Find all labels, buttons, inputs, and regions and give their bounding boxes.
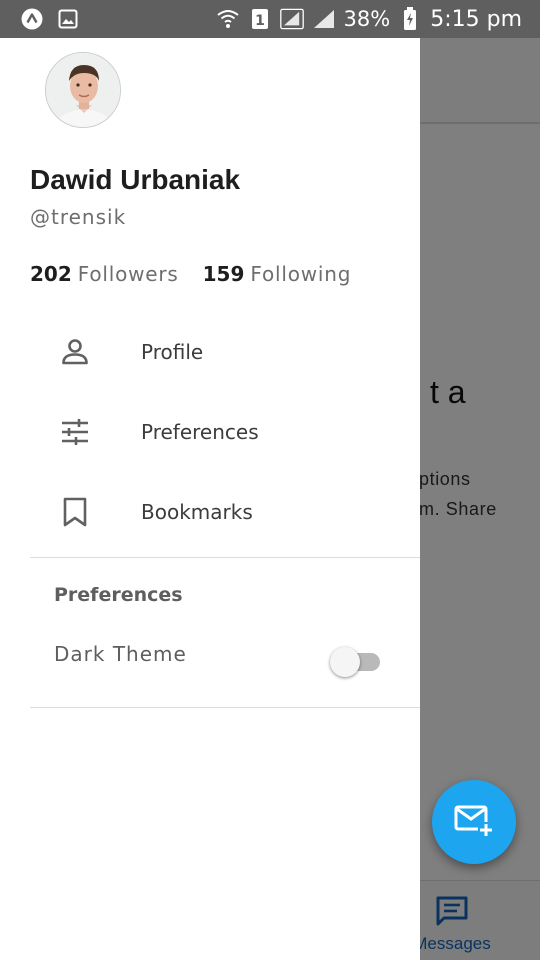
navigation-drawer: Dawid Urbaniak @trensik 202 Followers 15…	[0, 38, 420, 960]
signal-icon	[279, 7, 304, 31]
drawer-item-profile[interactable]: Profile	[0, 316, 420, 388]
drawer-item-label: Bookmarks	[141, 500, 253, 524]
sim-1-icon: 1	[248, 7, 272, 31]
follow-stats: 202 Followers 159 Following	[30, 262, 351, 286]
svg-text:1: 1	[255, 13, 265, 29]
dark-theme-label: Dark Theme	[54, 642, 187, 666]
person-icon	[58, 335, 92, 369]
section-title-preferences: Preferences	[54, 584, 183, 606]
followers-count: 202	[30, 262, 72, 286]
following-count: 159	[202, 262, 245, 286]
user-handle: @trensik	[30, 205, 127, 229]
following-label: Following	[250, 262, 352, 286]
battery-percentage: 38%	[343, 7, 391, 31]
image-notification-icon	[56, 7, 80, 31]
signal-icon	[312, 7, 336, 31]
battery-charging-icon	[398, 7, 422, 31]
clock: 5:15 pm	[430, 6, 522, 32]
dark-theme-toggle[interactable]	[330, 646, 382, 678]
divider	[30, 707, 420, 708]
drawer-item-preferences[interactable]: Preferences	[0, 396, 420, 468]
compose-message-button[interactable]	[432, 780, 516, 864]
tune-icon	[58, 415, 92, 449]
drawer-item-bookmarks[interactable]: Bookmarks	[0, 476, 420, 548]
wifi-icon	[216, 7, 240, 31]
user-name: Dawid Urbaniak	[30, 164, 241, 195]
divider	[30, 557, 420, 558]
status-bar: 1 38% 5:15 pm	[0, 0, 540, 38]
drawer-item-label: Preferences	[141, 420, 259, 444]
drawer-item-label: Profile	[141, 340, 204, 364]
android-notification-icon	[20, 7, 44, 31]
avatar[interactable]	[45, 52, 121, 128]
toggle-thumb	[330, 647, 360, 677]
bookmark-icon	[58, 495, 92, 529]
followers-label: Followers	[77, 262, 179, 286]
compose-mail-icon	[454, 803, 494, 842]
